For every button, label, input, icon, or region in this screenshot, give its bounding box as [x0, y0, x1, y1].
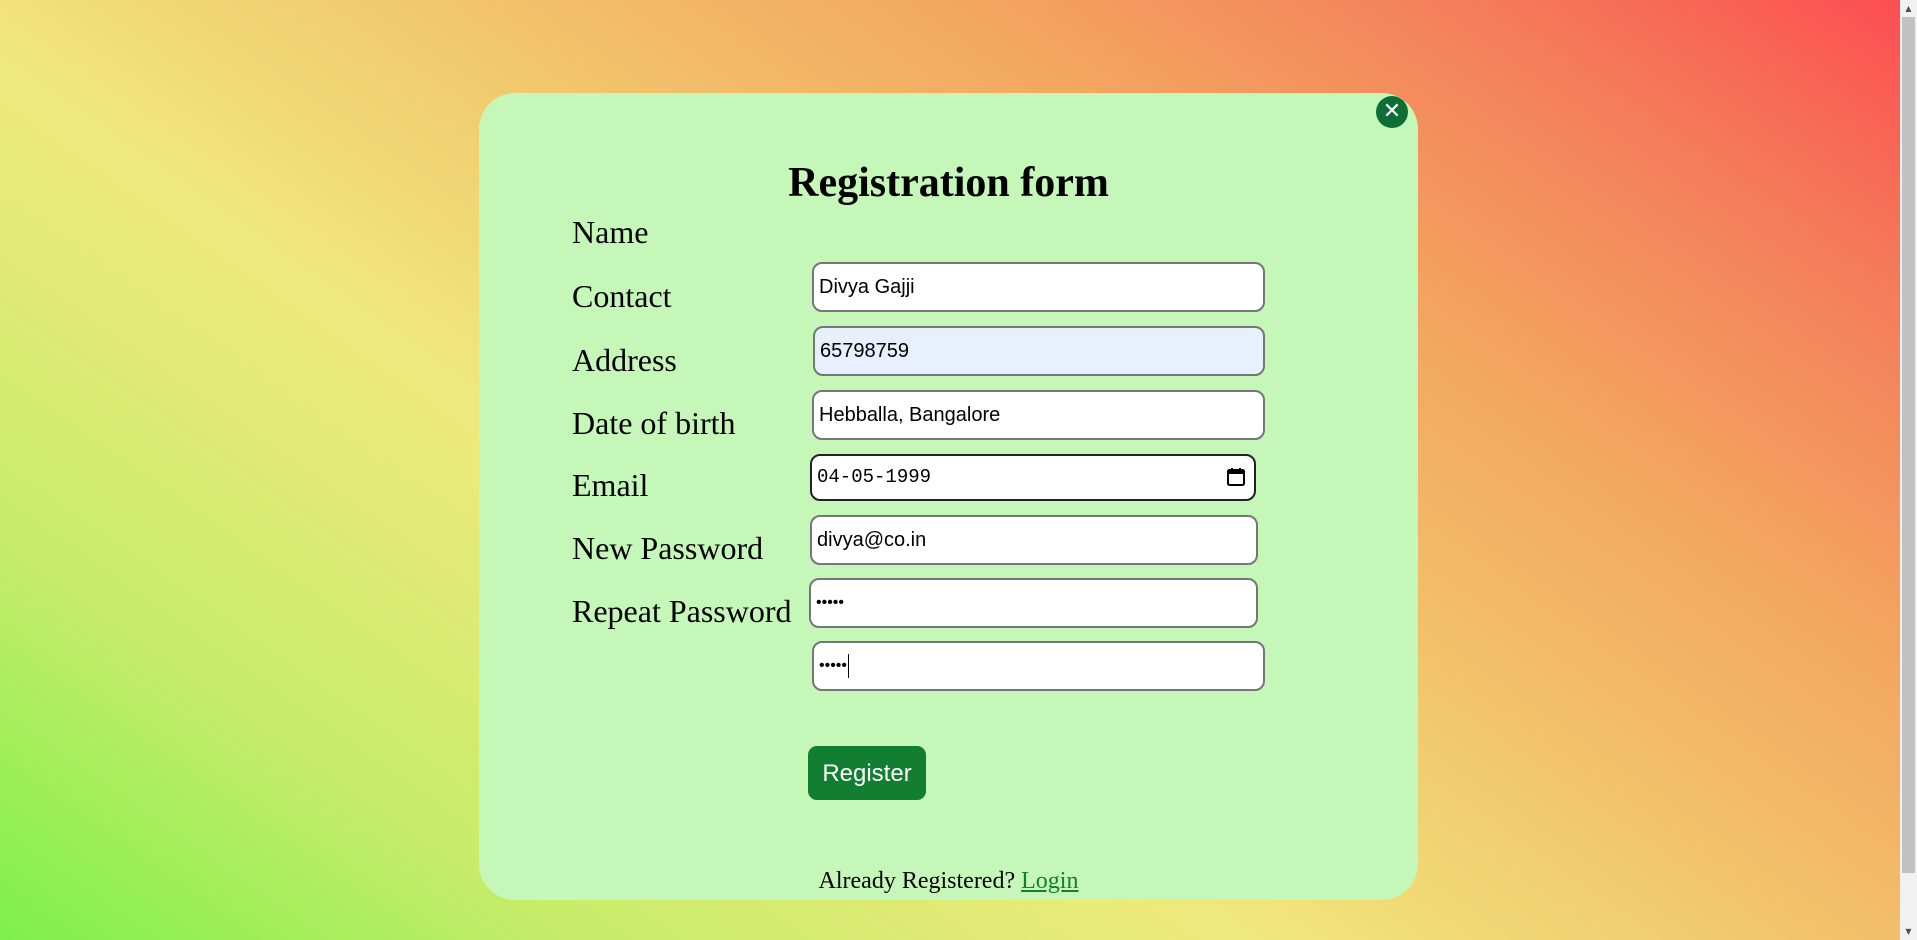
- contact-label: Contact: [572, 278, 672, 314]
- close-icon[interactable]: ✕: [1376, 96, 1408, 128]
- register-button[interactable]: Register: [808, 746, 926, 800]
- name-label: Name: [572, 214, 649, 250]
- new-password-input[interactable]: •••••: [809, 578, 1258, 628]
- email-input[interactable]: divya@co.in: [810, 515, 1258, 565]
- address-label: Address: [572, 342, 677, 378]
- repeat-password-input[interactable]: •••••: [812, 641, 1265, 691]
- vertical-scrollbar[interactable]: ▲ ▼: [1900, 0, 1917, 940]
- scroll-up-arrow-icon[interactable]: ▲: [1900, 0, 1917, 17]
- already-registered-text: Already Registered?: [818, 868, 1016, 894]
- new-password-label: New Password: [572, 530, 764, 566]
- contact-input[interactable]: 65798759: [813, 326, 1265, 376]
- dob-input[interactable]: 04-05-1999: [810, 454, 1256, 501]
- page-title: Registration form: [788, 160, 1109, 206]
- address-input[interactable]: Hebballa, Bangalore: [812, 390, 1265, 440]
- login-link[interactable]: Login: [1021, 868, 1078, 894]
- name-input[interactable]: Divya Gajji: [812, 262, 1265, 312]
- text-caret: [848, 653, 850, 678]
- email-label: Email: [572, 467, 649, 503]
- scrollbar-thumb[interactable]: [1902, 17, 1915, 873]
- dob-label: Date of birth: [572, 405, 736, 441]
- calendar-icon[interactable]: [1226, 467, 1246, 487]
- scroll-down-arrow-icon[interactable]: ▼: [1900, 923, 1917, 940]
- registration-card: ✕ Registration form Name Divya Gajji Con…: [479, 93, 1418, 900]
- repeat-password-value: •••••: [819, 657, 848, 674]
- login-prompt: Already Registered? Login: [479, 868, 1418, 895]
- repeat-password-label: Repeat Password: [572, 593, 792, 629]
- dob-value: 04-05-1999: [817, 466, 932, 488]
